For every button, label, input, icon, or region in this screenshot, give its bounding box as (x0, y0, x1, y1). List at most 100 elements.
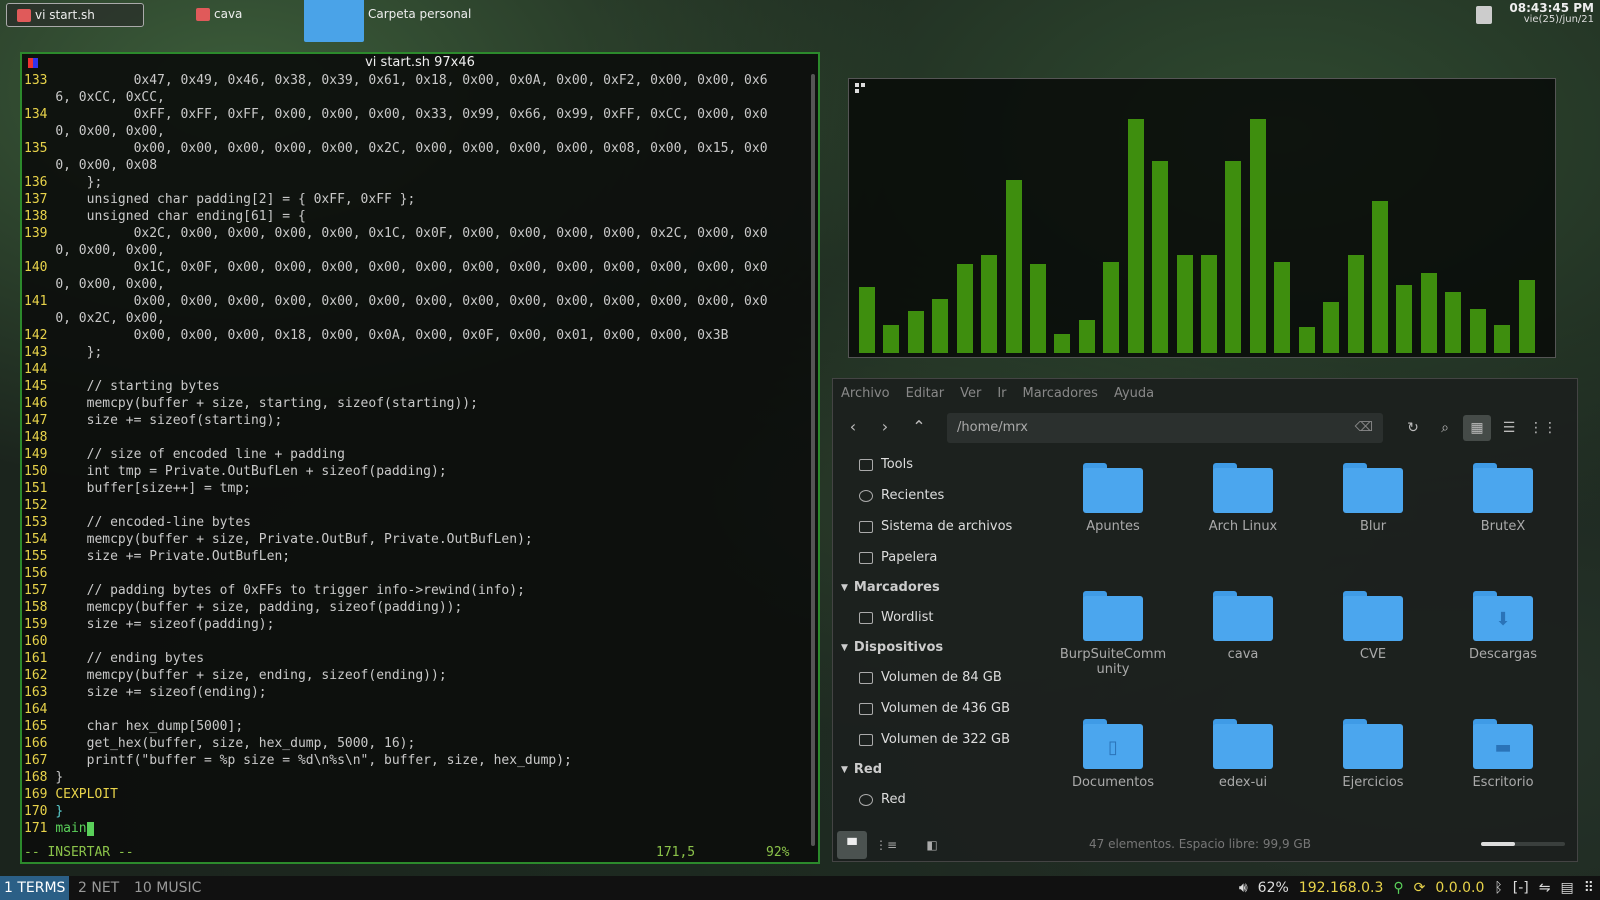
folder-item[interactable]: ▬ Escritorio (1443, 707, 1563, 790)
volume-icon[interactable]: 🔊︎ (1239, 880, 1248, 896)
sidebar-item-tools[interactable]: Tools (833, 449, 1043, 480)
file-manager-window[interactable]: Archivo Editar Ver Ir Marcadores Ayuda ‹ › ⌃ … (832, 378, 1578, 862)
grid-view-icon[interactable]: ▦ (1463, 415, 1491, 441)
sidebar-tree-icon[interactable]: ⋮≡ (871, 831, 901, 859)
gutter-gap (47, 702, 55, 717)
code-line: 160 (24, 633, 818, 650)
code-line: 135 0x00, 0x00, 0x00, 0x00, 0x00, 0x2C, … (24, 140, 818, 157)
terminal-scrollbar[interactable] (811, 74, 815, 846)
folder-icon (1213, 463, 1273, 513)
sidebar-item-label: Wordlist (881, 610, 934, 625)
trash-icon (859, 551, 873, 564)
folder-icon (1343, 591, 1403, 641)
code-text: main (55, 821, 87, 836)
clipboard-tray-icon[interactable]: ▤ (1561, 880, 1574, 896)
line-number: 142 (24, 328, 48, 343)
forward-icon[interactable]: › (873, 415, 897, 439)
terminal-window[interactable]: vi start.sh 97x46 133 0x47, 0x49, 0x46, … (20, 52, 820, 864)
location-bar[interactable]: /home/mrx ⌫ (947, 413, 1383, 443)
folder-item[interactable]: BruteX (1443, 451, 1563, 534)
menu-item[interactable]: Ver (960, 386, 981, 401)
line-number: 158 (24, 600, 48, 615)
sidebar-item-filesystem[interactable]: Sistema de archivos (833, 511, 1043, 542)
line-number: 134 (24, 107, 48, 122)
folder-icon (1213, 719, 1273, 769)
location-path: /home/mrx (957, 420, 1028, 435)
folder-item[interactable]: edex-ui (1183, 707, 1303, 790)
search-icon[interactable]: ⌕ (1431, 415, 1459, 441)
terminal-icon (196, 7, 210, 21)
hide-sidebar-icon[interactable]: ◧ (917, 831, 947, 859)
folder-item[interactable]: Apuntes (1053, 451, 1173, 534)
workspace-1[interactable]: 1 TERMS (0, 876, 70, 900)
sidebar-item-wordlist[interactable]: Wordlist (833, 602, 1043, 633)
code-text: } (55, 770, 64, 785)
workspace-10[interactable]: 10 MUSIC (130, 876, 205, 900)
code-line: 6, 0xCC, 0xCC, (24, 89, 818, 106)
clear-location-icon[interactable]: ⌫ (1355, 413, 1373, 443)
folder-item[interactable]: ▯ Documentos (1053, 707, 1173, 790)
ethernet-icon[interactable]: ⚲ (1393, 880, 1403, 896)
folder-icon (859, 458, 873, 471)
code-line: 169 CEXPLOIT (24, 786, 818, 803)
task-tab-cava[interactable]: cava (186, 3, 252, 25)
code-text: memcpy(buffer + size, padding, sizeof(pa… (55, 600, 463, 615)
sidebar-item-volume-436[interactable]: Volumen de 436 GB (833, 693, 1043, 724)
folder-item[interactable]: Ejercicios (1313, 707, 1433, 790)
up-icon[interactable]: ⌃ (907, 415, 931, 439)
sidebar-item-network[interactable]: Red (833, 784, 1043, 815)
apps-grid-icon[interactable]: ⠿ (1584, 880, 1594, 896)
task-tab-label: vi start.sh (35, 8, 95, 22)
line-number: 141 (24, 294, 48, 309)
clock[interactable]: 08:43:45 PM vie(25)/jun/21 (1509, 2, 1594, 26)
workspace-2[interactable]: 2 NET (74, 876, 123, 900)
folder-item[interactable]: Arch Linux (1183, 451, 1303, 534)
network-arrows-icon[interactable]: ⇋ (1539, 880, 1551, 896)
task-tab-vi[interactable]: vi start.sh (6, 3, 144, 27)
task-tab-home-folder[interactable]: Carpeta personal (294, 0, 481, 42)
drive-icon (859, 733, 873, 746)
visualizer-bar (1494, 325, 1511, 353)
code-line: 148 (24, 429, 818, 446)
folder-item[interactable]: Blur (1313, 451, 1433, 534)
folder-item[interactable]: BurpSuiteComm unity (1053, 579, 1173, 677)
visualizer-bar (1103, 262, 1120, 353)
reload-icon[interactable]: ↻ (1399, 415, 1427, 441)
code-text: unsigned char ending[61] = { (55, 209, 306, 224)
sidebar-section-devices[interactable]: ▼ Dispositivos (833, 633, 1043, 662)
sidebar-section-network[interactable]: ▼ Red (833, 755, 1043, 784)
sidebar-section-bookmarks[interactable]: ▼ Marcadores (833, 573, 1043, 602)
clipboard-icon[interactable] (1476, 6, 1492, 24)
visualizer-bar (1420, 273, 1437, 353)
expand-arrow-icon: ▼ (841, 582, 848, 593)
folder-icon (859, 611, 873, 624)
menu-item[interactable]: Marcadores (1023, 386, 1098, 401)
vpn-icon[interactable]: ⟳ (1414, 880, 1426, 896)
list-view-icon[interactable]: ☰ (1495, 415, 1523, 441)
code-line: 144 (24, 361, 818, 378)
sidebar-places-icon[interactable]: ▀ (837, 831, 867, 859)
menu-item[interactable]: Archivo (841, 386, 890, 401)
editor-buffer[interactable]: 133 0x47, 0x49, 0x46, 0x38, 0x39, 0x61, … (22, 72, 818, 837)
sidebar-item-recent[interactable]: Recientes (833, 480, 1043, 511)
code-text: } (55, 804, 64, 819)
sidebar-item-volume-84[interactable]: Volumen de 84 GB (833, 662, 1043, 693)
code-text: char hex_dump[5000]; (55, 719, 244, 734)
menu-item[interactable]: Editar (906, 386, 945, 401)
code-text: // size of encoded line + padding (55, 447, 345, 462)
code-line: 137 unsigned char padding[2] = { 0xFF, 0… (24, 191, 818, 208)
menu-item[interactable]: Ayuda (1114, 386, 1154, 401)
bluetooth-icon[interactable]: ᛒ (1494, 880, 1502, 896)
folder-item[interactable]: cava (1183, 579, 1303, 662)
sidebar-item-volume-322[interactable]: Volumen de 322 GB (833, 724, 1043, 755)
back-icon[interactable]: ‹ (841, 415, 865, 439)
folder-item[interactable]: ⬇ Descargas (1443, 579, 1563, 662)
menu-item[interactable]: Ir (997, 386, 1006, 401)
audio-visualizer-window[interactable] (848, 78, 1556, 358)
compact-view-icon[interactable]: ⋮⋮ (1529, 415, 1557, 441)
line-number: 159 (24, 617, 48, 632)
zoom-slider[interactable] (1481, 842, 1565, 846)
sidebar-item-trash[interactable]: Papelera (833, 542, 1043, 573)
folder-item[interactable]: CVE (1313, 579, 1433, 662)
line-number: 165 (24, 719, 48, 734)
